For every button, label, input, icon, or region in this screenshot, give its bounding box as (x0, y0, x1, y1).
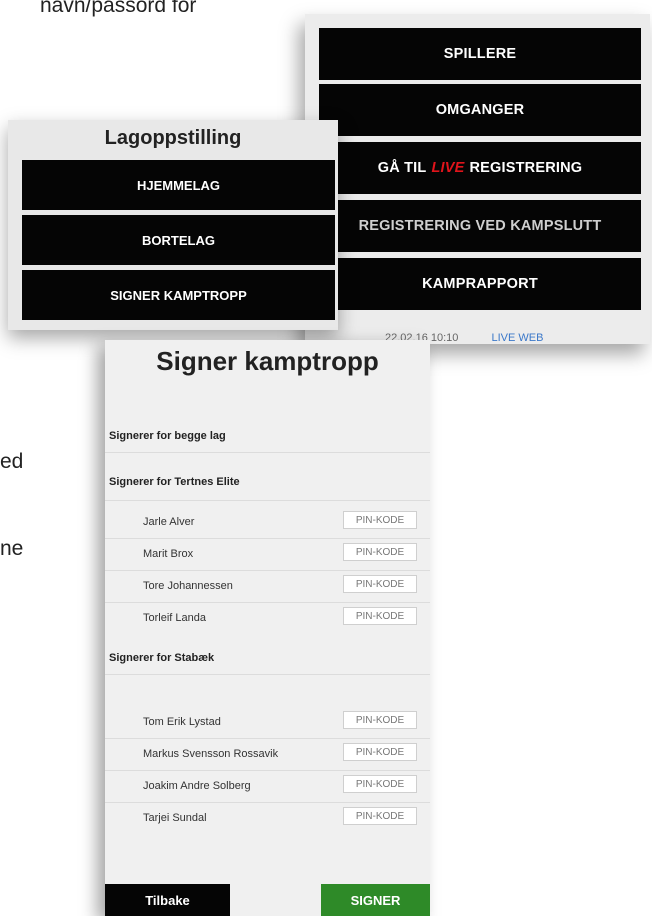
player-name: Markus Svensson Rossavik (143, 748, 279, 760)
pin-code-input[interactable] (343, 743, 417, 761)
pin-code-input[interactable] (343, 711, 417, 729)
live-web-link[interactable]: LIVE WEB (491, 332, 543, 344)
team-heading-home: Signerer for Tertnes Elite (109, 476, 240, 488)
player-name: Tarjei Sundal (143, 812, 207, 824)
end-of-match-registration-button[interactable]: REGISTRERING VED KAMPSLUTT (319, 200, 641, 252)
home-team-button[interactable]: HJEMMELAG (22, 160, 335, 210)
document-text-fragment: ne (0, 537, 24, 560)
player-row: Torleif Landa (105, 604, 430, 634)
divider (105, 500, 430, 501)
sign-squad-panel: Signer kamptropp Signerer for begge lag … (105, 340, 430, 916)
away-team-button[interactable]: BORTELAG (22, 215, 335, 265)
divider (105, 602, 430, 603)
lineup-panel: Lagoppstilling HJEMMELAG BORTELAG SIGNER… (8, 120, 338, 330)
player-name: Torleif Landa (143, 612, 206, 624)
lineup-title: Lagoppstilling (104, 127, 242, 149)
live-registration-button[interactable]: GÅ TIL LIVE REGISTRERING (319, 142, 641, 194)
pin-code-input[interactable] (343, 511, 417, 529)
match-report-button[interactable]: KAMPRAPPORT (319, 258, 641, 310)
sign-both-teams-link[interactable]: Signerer for begge lag (109, 430, 226, 442)
divider (105, 538, 430, 539)
player-row: Tarjei Sundal (105, 804, 430, 834)
pin-code-input[interactable] (343, 575, 417, 593)
divider (105, 674, 430, 675)
team-heading-away: Signerer for Stabæk (109, 652, 215, 664)
player-row: Jarle Alver (105, 508, 430, 538)
pin-code-input[interactable] (343, 543, 417, 561)
divider (105, 452, 430, 453)
divider (105, 770, 430, 771)
player-name: Tore Johannessen (143, 580, 233, 592)
players-button[interactable]: SPILLERE (319, 28, 641, 80)
player-row: Tom Erik Lystad (105, 708, 430, 738)
pin-code-input[interactable] (343, 775, 417, 793)
player-row: Marit Brox (105, 540, 430, 570)
page-title: Signer kamptropp (156, 346, 379, 376)
back-button[interactable]: Tilbake (105, 884, 230, 916)
divider (105, 570, 430, 571)
player-name: Jarle Alver (143, 516, 195, 528)
player-name: Tom Erik Lystad (143, 716, 221, 728)
sign-button[interactable]: SIGNER (321, 884, 430, 916)
periods-button[interactable]: OMGANGER (319, 84, 641, 136)
player-row: Markus Svensson Rossavik (105, 740, 430, 770)
player-row: Joakim Andre Solberg (105, 772, 430, 802)
divider (105, 738, 430, 739)
divider (105, 802, 430, 803)
live-registration-suffix: REGISTRERING (469, 160, 583, 176)
player-name: Marit Brox (143, 548, 194, 560)
document-text-fragment: ed (0, 450, 24, 473)
live-registration-prefix: GÅ TIL (377, 160, 427, 176)
pin-code-input[interactable] (343, 607, 417, 625)
live-registration-accent: LIVE (431, 160, 465, 176)
match-menu-panel: SPILLERE OMGANGER GÅ TIL LIVE REGISTRERI… (305, 14, 650, 344)
sign-squad-button[interactable]: SIGNER KAMPTROPP (22, 270, 335, 320)
player-row: Tore Johannessen (105, 572, 430, 602)
player-name: Joakim Andre Solberg (143, 780, 251, 792)
pin-code-input[interactable] (343, 807, 417, 825)
document-text-fragment: navn/passord for (40, 0, 197, 17)
